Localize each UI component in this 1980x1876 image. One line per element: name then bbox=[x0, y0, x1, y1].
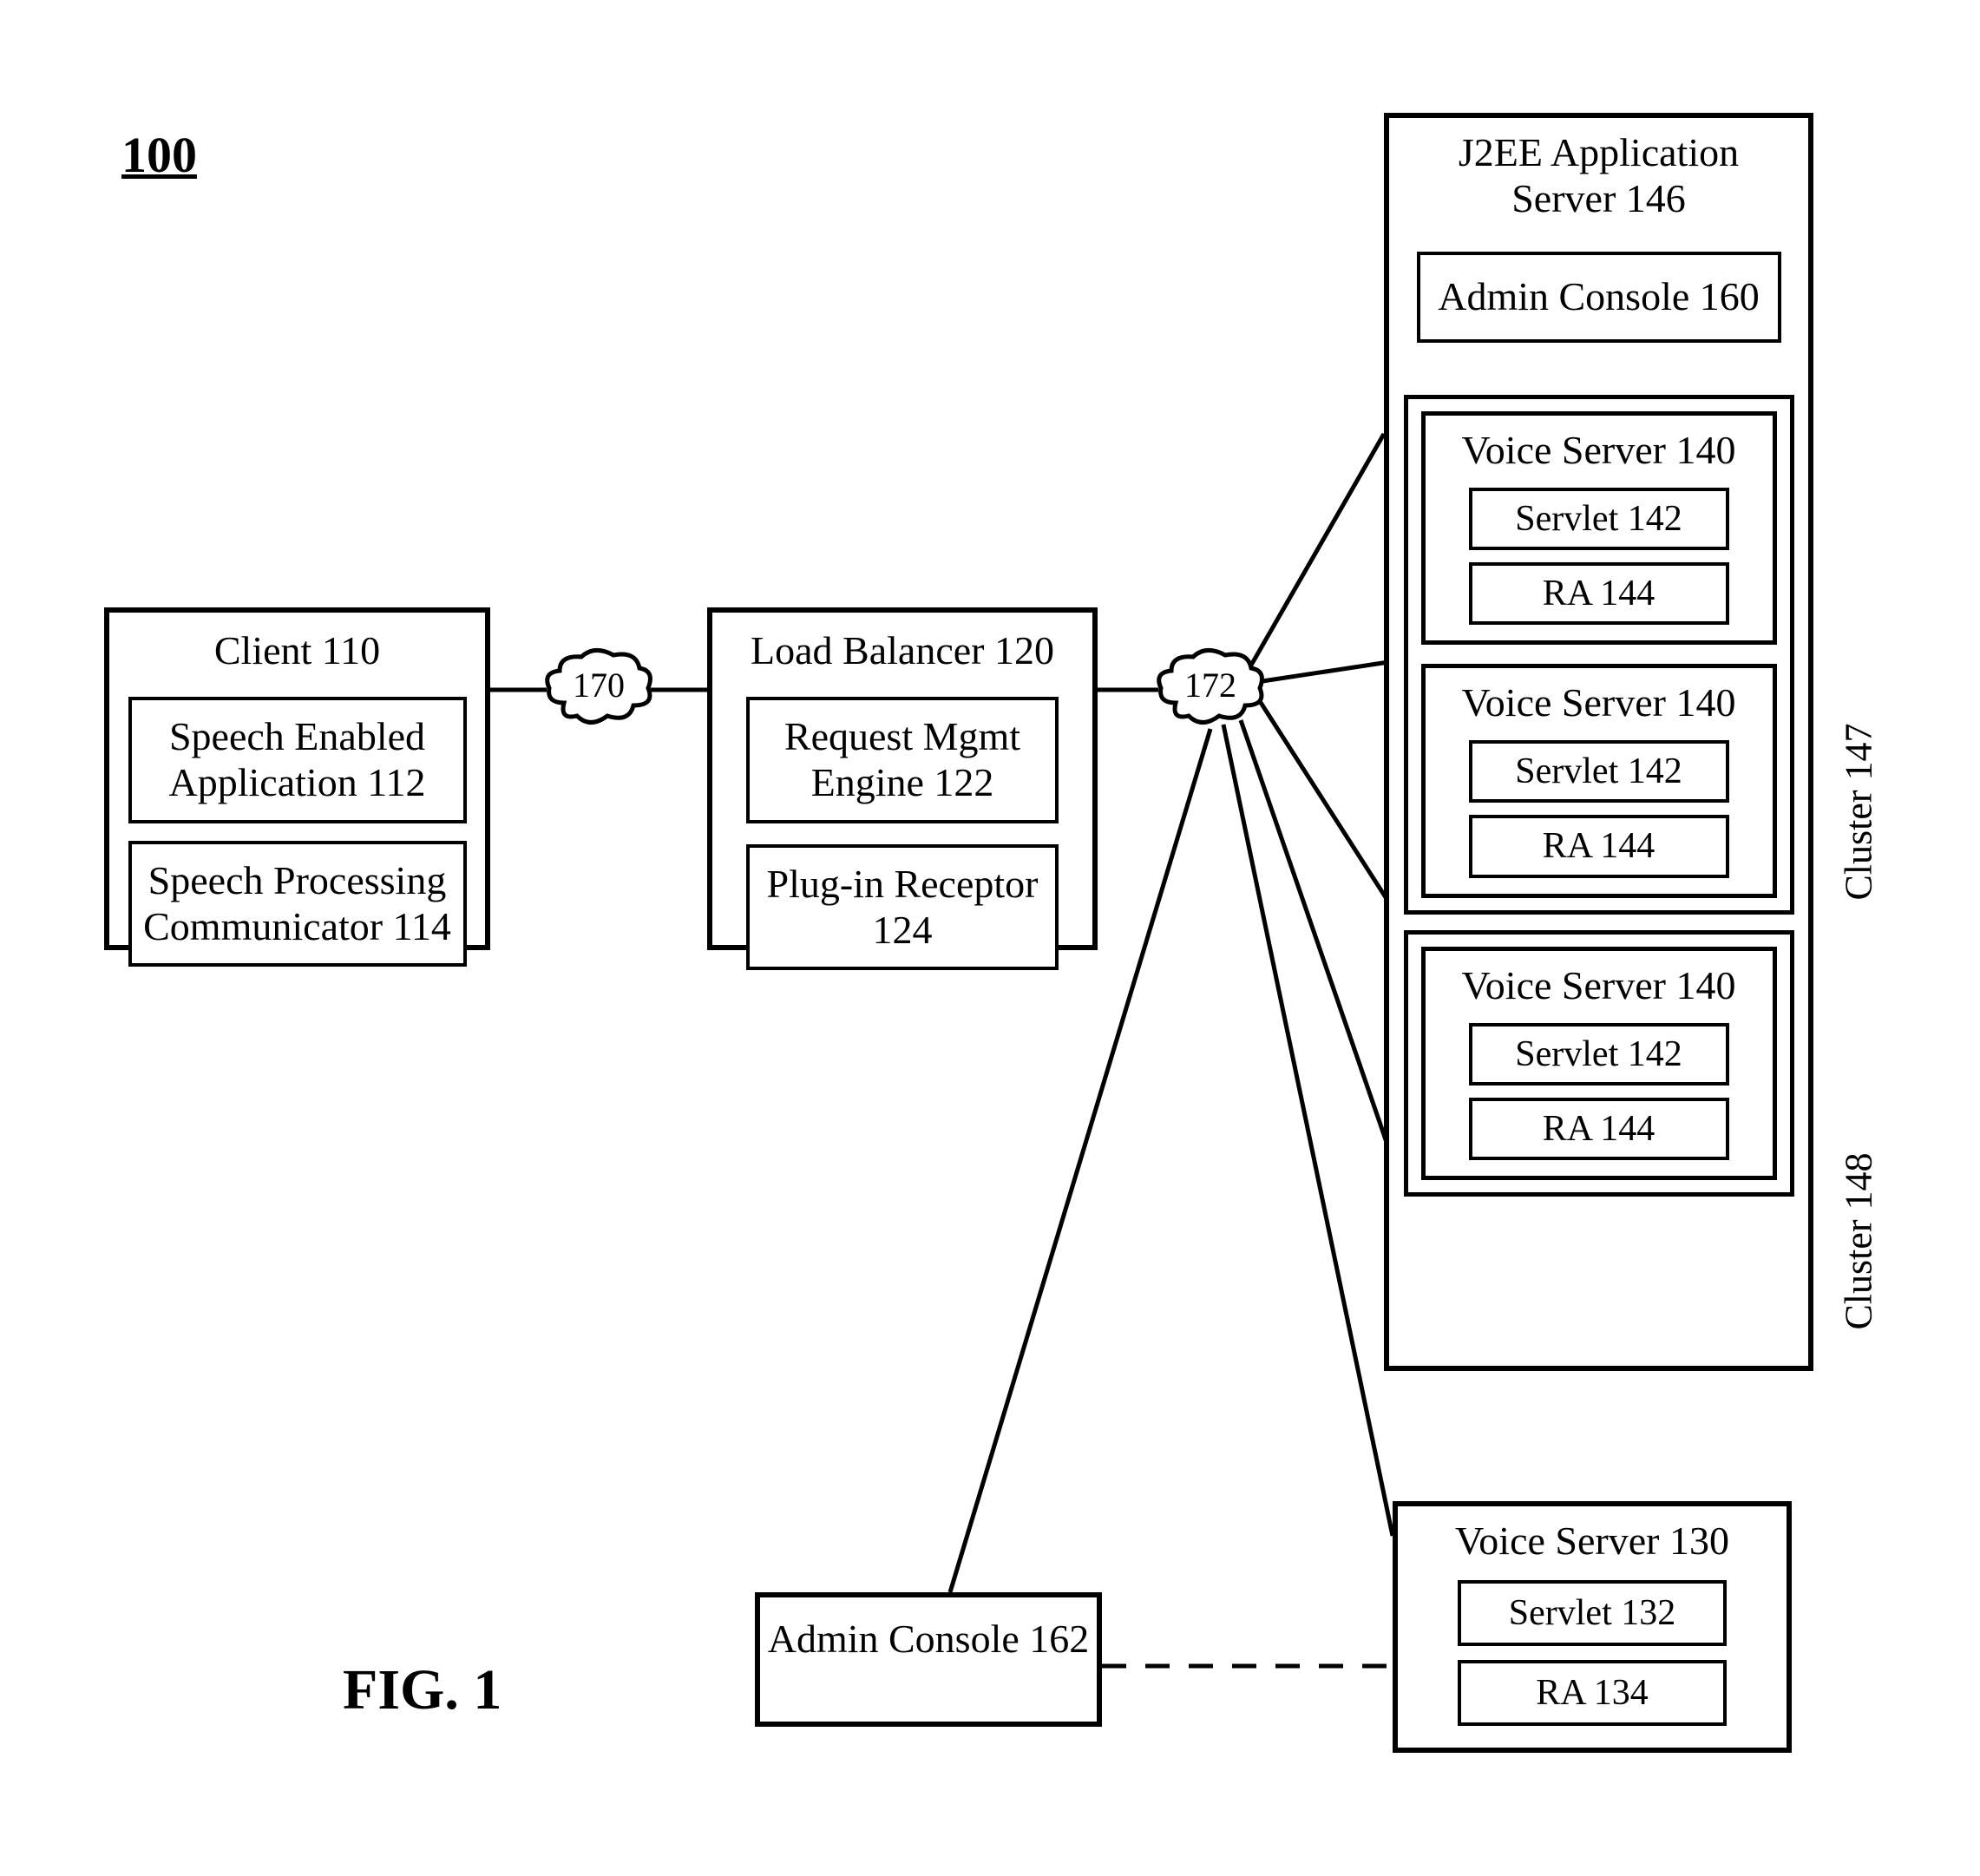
cluster-147-label: Cluster 147 bbox=[1837, 723, 1881, 900]
j2ee-app-server-box: J2EE Application Server 146 Admin Consol… bbox=[1384, 113, 1813, 1371]
load-balancer-box: Load Balancer 120 Request Mgmt Engine 12… bbox=[707, 607, 1098, 950]
servlet-142-c: Servlet 142 bbox=[1472, 1033, 1726, 1075]
servlet-142-a: Servlet 142 bbox=[1472, 498, 1726, 540]
voice-server-130-box: Voice Server 130 Servlet 132 RA 134 bbox=[1393, 1501, 1792, 1753]
servlet-142-b: Servlet 142 bbox=[1472, 751, 1726, 792]
network-cloud-170: 170 bbox=[542, 646, 655, 729]
cloud-170-label: 170 bbox=[542, 646, 655, 725]
load-balancer-title: Load Balancer 120 bbox=[712, 628, 1092, 674]
ra-144-c: RA 144 bbox=[1472, 1108, 1726, 1150]
ra-144-b: RA 144 bbox=[1472, 825, 1726, 867]
network-cloud-172: 172 bbox=[1154, 646, 1267, 729]
cluster-147-box: Voice Server 140 Servlet 142 RA 144 Voic… bbox=[1404, 395, 1794, 915]
client-app: Speech Enabled Application 112 bbox=[137, 714, 458, 806]
figure-ref: 100 bbox=[121, 126, 197, 184]
plugin-receptor: Plug-in Receptor 124 bbox=[755, 862, 1050, 954]
j2ee-title: J2EE Application Server 146 bbox=[1389, 130, 1808, 222]
figure-label: FIG. 1 bbox=[343, 1657, 502, 1723]
voice-server-130-title: Voice Server 130 bbox=[1398, 1519, 1787, 1564]
admin-console-162: Admin Console 162 bbox=[760, 1617, 1097, 1663]
voice-server-140-c: Voice Server 140 Servlet 142 RA 144 bbox=[1421, 947, 1777, 1180]
voice-server-title-b: Voice Server 140 bbox=[1426, 680, 1773, 726]
servlet-132: Servlet 132 bbox=[1461, 1592, 1723, 1634]
cluster-148-box: Voice Server 140 Servlet 142 RA 144 bbox=[1404, 930, 1794, 1197]
voice-server-140-b: Voice Server 140 Servlet 142 RA 144 bbox=[1421, 664, 1777, 897]
client-title: Client 110 bbox=[109, 628, 485, 674]
admin-console-160: Admin Console 160 bbox=[1426, 274, 1773, 320]
cluster-148-label: Cluster 148 bbox=[1837, 1152, 1881, 1329]
admin-console-162-box: Admin Console 162 bbox=[755, 1592, 1102, 1727]
client-comm: Speech Processing Communicator 114 bbox=[137, 858, 458, 950]
request-mgmt-engine: Request Mgmt Engine 122 bbox=[755, 714, 1050, 806]
voice-server-title-c: Voice Server 140 bbox=[1426, 963, 1773, 1009]
voice-server-140-a: Voice Server 140 Servlet 142 RA 144 bbox=[1421, 411, 1777, 645]
ra-134: RA 134 bbox=[1461, 1672, 1723, 1714]
client-box: Client 110 Speech Enabled Application 11… bbox=[104, 607, 490, 950]
ra-144-a: RA 144 bbox=[1472, 573, 1726, 614]
voice-server-title-a: Voice Server 140 bbox=[1426, 428, 1773, 474]
cloud-172-label: 172 bbox=[1154, 646, 1267, 725]
